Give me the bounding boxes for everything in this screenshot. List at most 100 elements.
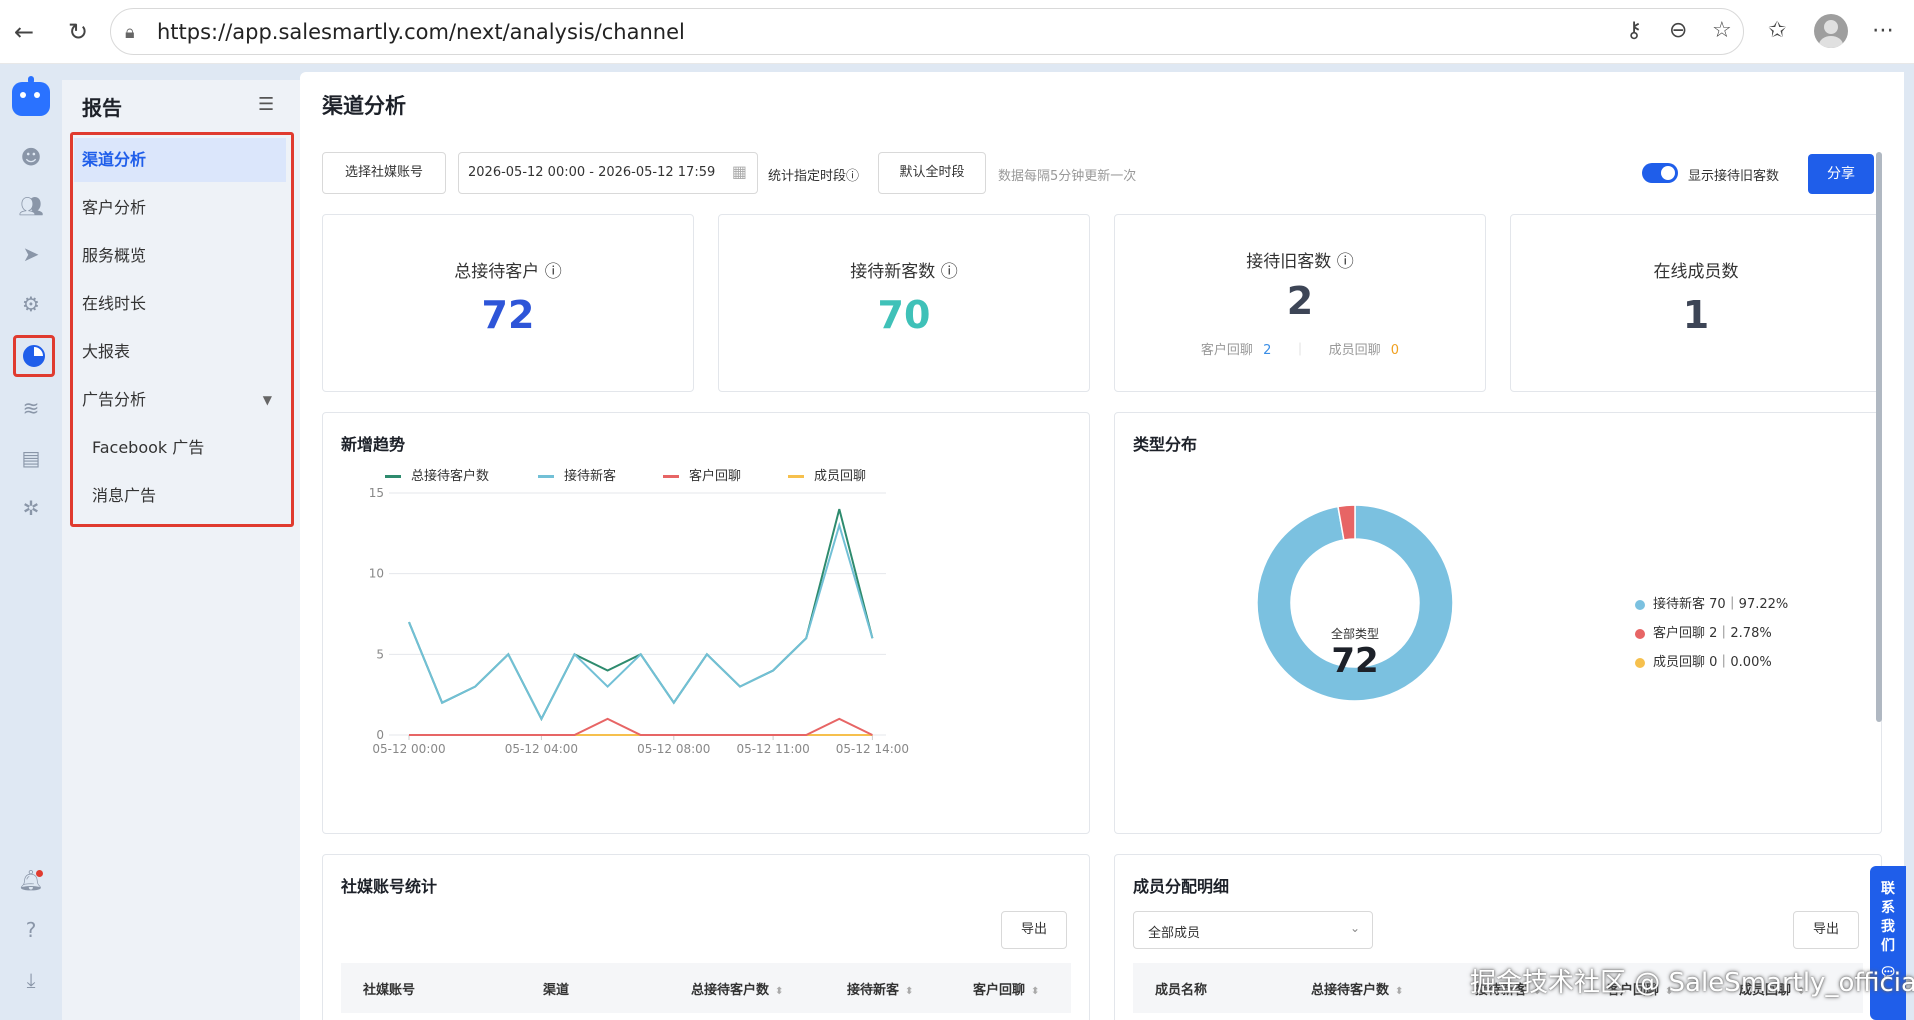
- page-title: 渠道分析: [322, 94, 406, 118]
- vertical-scrollbar[interactable]: [1876, 152, 1882, 722]
- sidebar-item-ad-analysis[interactable]: 广告分析 ▼: [74, 378, 286, 422]
- robot-logo-icon[interactable]: [12, 76, 50, 116]
- social-table-title: 社媒账号统计: [341, 877, 438, 896]
- show-old-customers-toggle[interactable]: [1642, 163, 1678, 183]
- contacts-icon[interactable]: 👥︎: [17, 192, 45, 220]
- bot-icon[interactable]: ⚙︎: [17, 290, 45, 318]
- update-note: 数据每隔5分钟更新一次: [998, 169, 1137, 184]
- col-total-customers[interactable]: 总接待客户数 ⬍: [691, 979, 783, 998]
- member-export-button[interactable]: 导出: [1793, 911, 1859, 949]
- profile-avatar[interactable]: [1814, 14, 1848, 48]
- notification-dot: [36, 870, 43, 877]
- col-customer-reply-label: 客户回聊: [973, 983, 1026, 998]
- trend-line-chart: 0 5 10 15 05-12 00:00 05-12 04:00 05-12 08:00 0…: [369, 486, 909, 756]
- kpi-card-new: 接待新客数 ⓘ 70: [718, 214, 1090, 392]
- col-customer-reply[interactable]: 客户回聊 ⬍: [973, 979, 1039, 998]
- settings-icon[interactable]: ✲: [17, 494, 45, 522]
- kpi-total-value: 72: [481, 293, 535, 337]
- wallet-icon[interactable]: ▤: [17, 444, 45, 472]
- social-export-button[interactable]: 导出: [1001, 911, 1067, 949]
- url-text: https://app.salesmartly.com/next/analysi…: [157, 20, 685, 44]
- kpi-card-old: 接待旧客数 ⓘ 2 客户回聊 2 ｜ 成员回聊 0: [1114, 214, 1486, 392]
- donut-legend-customer-reply[interactable]: 客户回聊 2｜2.78%: [1635, 622, 1772, 641]
- series-line-2: [409, 717, 873, 736]
- key-icon[interactable]: ⚷: [1626, 18, 1642, 43]
- col-social-account: 社媒账号: [363, 983, 416, 998]
- sidebar-item-big-report[interactable]: 大报表: [74, 330, 286, 374]
- sidebar-item-message-ads[interactable]: 消息广告: [74, 474, 286, 518]
- kpi-card-total: 总接待客户 ⓘ 72: [322, 214, 694, 392]
- share-button[interactable]: 分享: [1808, 154, 1874, 194]
- sidebar-item-customer-analysis[interactable]: 客户分析: [74, 186, 286, 230]
- date-range-picker[interactable]: 2026-05-12 00:00 - 2026-05-12 17:59 ▦: [458, 152, 758, 194]
- kpi-new-value: 70: [877, 293, 931, 337]
- series-line-0: [408, 508, 874, 722]
- sidebar-item-facebook-ads[interactable]: Facebook 广告: [74, 426, 286, 470]
- donut-legend-customer-reply-dot: [1635, 628, 1645, 639]
- col-member-total[interactable]: 总接待客户数 ⬍: [1311, 979, 1403, 998]
- trend-card: 新增趋势 总接待客户数 接待新客 客户回聊 成员回聊 0 5 10 15 05-12 0…: [322, 412, 1090, 834]
- reload-icon[interactable]: ↻: [62, 16, 94, 48]
- x-tick-label: 05-12 11:00: [736, 742, 809, 756]
- more-icon[interactable]: ⋯: [1872, 18, 1894, 43]
- sidebar-item-service-overview[interactable]: 服务概览: [74, 234, 286, 278]
- x-tick-label: 05-12 04:00: [505, 742, 578, 756]
- y-tick-label: 10: [369, 567, 384, 581]
- customer-reply-value: 2: [1263, 343, 1272, 358]
- kpi-online-label: 在线成员数: [1653, 262, 1739, 282]
- back-icon[interactable]: ←: [8, 16, 40, 48]
- member-filter-select[interactable]: 全部成员 ⌄: [1133, 911, 1373, 949]
- donut-legend-member-reply-text: 成员回聊 0｜0.00%: [1653, 655, 1772, 670]
- ad-analysis-label: 广告分析: [82, 390, 147, 409]
- col-channel: 渠道: [543, 983, 570, 998]
- sidebar-item-channel-analysis[interactable]: 渠道分析: [74, 138, 286, 182]
- sidebar-item-online-time[interactable]: 在线时长: [74, 282, 286, 326]
- y-tick-label: 0: [376, 728, 384, 742]
- address-bar[interactable]: 🔒︎ https://app.salesmartly.com/next/anal…: [110, 8, 1744, 55]
- donut-center-value: 72: [1331, 641, 1379, 681]
- sort-icon: ⬍: [1395, 986, 1404, 997]
- kpi-online-value: 1: [1682, 293, 1710, 337]
- member-table-title: 成员分配明细: [1133, 877, 1230, 896]
- lock-icon: 🔒︎: [125, 22, 135, 43]
- member-filter-value: 全部成员: [1148, 926, 1201, 941]
- send-icon[interactable]: ➤: [17, 240, 45, 268]
- zoom-out-icon[interactable]: ⊖: [1669, 18, 1687, 43]
- distribution-card: 类型分布 全部类型 72 接待新客 70｜97.22% 客户回聊 2｜2.78%…: [1114, 412, 1882, 834]
- collapse-menu-icon[interactable]: ☰: [258, 94, 274, 115]
- kpi-card-online: 在线成员数 1: [1510, 214, 1882, 392]
- donut-legend-member-reply-dot: [1635, 657, 1645, 668]
- chat-icon[interactable]: ☻: [17, 143, 45, 171]
- sort-icon: ⬍: [1031, 986, 1040, 997]
- x-tick-label: 05-12 08:00: [637, 742, 710, 756]
- date-range-text: 2026-05-12 00:00 - 2026-05-12 17:59: [468, 165, 716, 180]
- donut-legend-member-reply[interactable]: 成员回聊 0｜0.00%: [1635, 651, 1772, 670]
- donut-legend-new-text: 接待新客 70｜97.22%: [1653, 597, 1789, 612]
- donut-legend-new[interactable]: 接待新客 70｜97.22%: [1635, 593, 1788, 612]
- sort-icon: ⬍: [905, 986, 914, 997]
- help-icon[interactable]: ?: [17, 916, 45, 944]
- favorite-star-icon[interactable]: ☆: [1712, 18, 1732, 43]
- customer-reply-label: 客户回聊: [1200, 343, 1253, 358]
- download-icon[interactable]: ⤓: [17, 966, 45, 994]
- kpi-total-label: 总接待客户 ⓘ: [454, 262, 562, 282]
- col-total-customers-label: 总接待客户数: [691, 983, 770, 998]
- select-account-button[interactable]: 选择社媒账号: [322, 152, 446, 194]
- browser-toolbar: ← ↻ 🔒︎ https://app.salesmartly.com/next/…: [0, 0, 1914, 64]
- kpi-old-breakdown: 客户回聊 2 ｜ 成员回聊 0: [1200, 343, 1400, 358]
- layers-icon[interactable]: ≋: [17, 394, 45, 422]
- contact-us-label: 联系我们: [1881, 881, 1895, 954]
- calendar-icon: ▦: [731, 162, 747, 181]
- y-tick-label: 5: [376, 647, 384, 661]
- x-tick-label: 05-12 14:00: [836, 742, 909, 756]
- report-nav-button[interactable]: [13, 335, 55, 377]
- favorites-list-icon[interactable]: ✩: [1768, 18, 1786, 43]
- social-account-card: 社媒账号统计 导出 社媒账号 渠道 总接待客户数 ⬍ 接待新客 ⬍ 客户回聊 ⬍: [322, 854, 1090, 1020]
- default-period-button[interactable]: 默认全时段: [878, 152, 986, 194]
- y-tick-label: 15: [369, 486, 384, 500]
- caret-down-icon: ▼: [262, 393, 272, 407]
- donut-legend-new-dot: [1635, 599, 1645, 610]
- kpi-old-value: 2: [1286, 279, 1314, 323]
- col-member-name: 成员名称: [1155, 983, 1208, 998]
- col-new-customers[interactable]: 接待新客 ⬍: [847, 979, 913, 998]
